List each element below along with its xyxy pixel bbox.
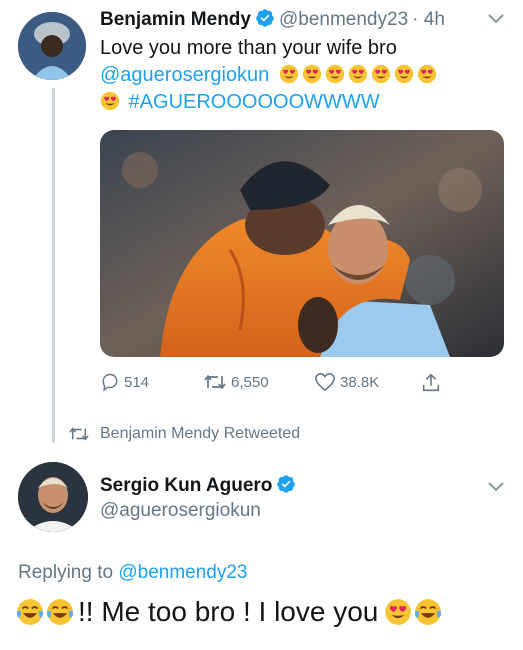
photo bbox=[100, 130, 504, 357]
share-icon bbox=[422, 373, 440, 392]
avatar-photo bbox=[18, 462, 88, 532]
mention-link[interactable]: @aguerosergiokun bbox=[100, 64, 269, 86]
display-name[interactable]: Benjamin Mendy bbox=[100, 9, 251, 30]
avatar-benmendy[interactable] bbox=[18, 12, 86, 80]
tweet-text-line1: Love you more than your wife bro bbox=[100, 37, 397, 59]
display-name[interactable]: Sergio Kun Aguero bbox=[100, 475, 272, 496]
avatar-aguerosergiokun[interactable] bbox=[18, 462, 88, 532]
tears-of-joy-emoji bbox=[46, 598, 74, 626]
heart-eyes-emoji bbox=[100, 91, 120, 111]
chevron-down-icon[interactable] bbox=[486, 480, 506, 499]
heart-eyes-emoji bbox=[348, 64, 368, 84]
verified-icon bbox=[276, 474, 296, 499]
tears-of-joy-emoji bbox=[414, 598, 442, 626]
reply-icon bbox=[102, 373, 118, 392]
retweet-count: 6,550 bbox=[231, 373, 269, 391]
replying-to: Replying to @benmendy23 bbox=[18, 562, 248, 584]
tweet2-body: !! Me too bro ! I love you bbox=[78, 596, 379, 627]
retweet-icon bbox=[204, 374, 226, 390]
handle[interactable]: @benmendy23 bbox=[279, 9, 408, 30]
heart-eyes-emoji bbox=[417, 64, 437, 84]
tweet2-text: !! Me too bro ! I love you bbox=[16, 596, 444, 628]
tears-of-joy-emoji bbox=[16, 598, 44, 626]
emoji-group bbox=[279, 64, 440, 86]
like-button[interactable]: 38.8K bbox=[314, 372, 379, 392]
chevron-down-icon[interactable] bbox=[486, 12, 506, 31]
like-count: 38.8K bbox=[340, 373, 380, 391]
reply-count: 514 bbox=[124, 373, 150, 391]
handle[interactable]: @aguerosergiokun bbox=[100, 500, 261, 522]
emoji-group bbox=[100, 91, 123, 113]
retweet-context: Benjamin Mendy Retweeted bbox=[68, 425, 300, 443]
replying-to-link[interactable]: @benmendy23 bbox=[118, 562, 247, 583]
heart-eyes-emoji bbox=[394, 64, 414, 84]
like-icon bbox=[315, 373, 335, 392]
heart-eyes-emoji bbox=[302, 64, 322, 84]
tweet-actions: 514 6,550 38.8K bbox=[100, 372, 504, 396]
heart-eyes-emoji bbox=[279, 64, 299, 84]
retweeted-label[interactable]: Benjamin Mendy Retweeted bbox=[100, 425, 300, 443]
retweet-icon bbox=[69, 427, 89, 441]
share-button[interactable] bbox=[420, 372, 442, 394]
retweet-button[interactable]: 6,550 bbox=[203, 372, 269, 392]
hashtag-link[interactable]: #AGUEROOOOOOWWWW bbox=[129, 91, 380, 113]
tweet1-header: Benjamin Mendy @benmendy23 · 4h bbox=[100, 8, 445, 33]
replying-prefix: Replying to bbox=[18, 562, 114, 583]
heart-eyes-emoji bbox=[371, 64, 391, 84]
reply-button[interactable]: 514 bbox=[100, 372, 149, 392]
tweet-media-photo[interactable] bbox=[100, 130, 504, 357]
thread-line bbox=[52, 88, 55, 443]
heart-eyes-emoji bbox=[384, 598, 412, 626]
timestamp[interactable]: · 4h bbox=[412, 9, 445, 30]
avatar-photo bbox=[18, 12, 86, 80]
verified-icon bbox=[255, 8, 275, 33]
heart-eyes-emoji bbox=[325, 64, 345, 84]
tweet2-header: Sergio Kun Aguero bbox=[100, 474, 300, 499]
tweet1-text: Love you more than your wife bro @aguero… bbox=[100, 35, 510, 116]
